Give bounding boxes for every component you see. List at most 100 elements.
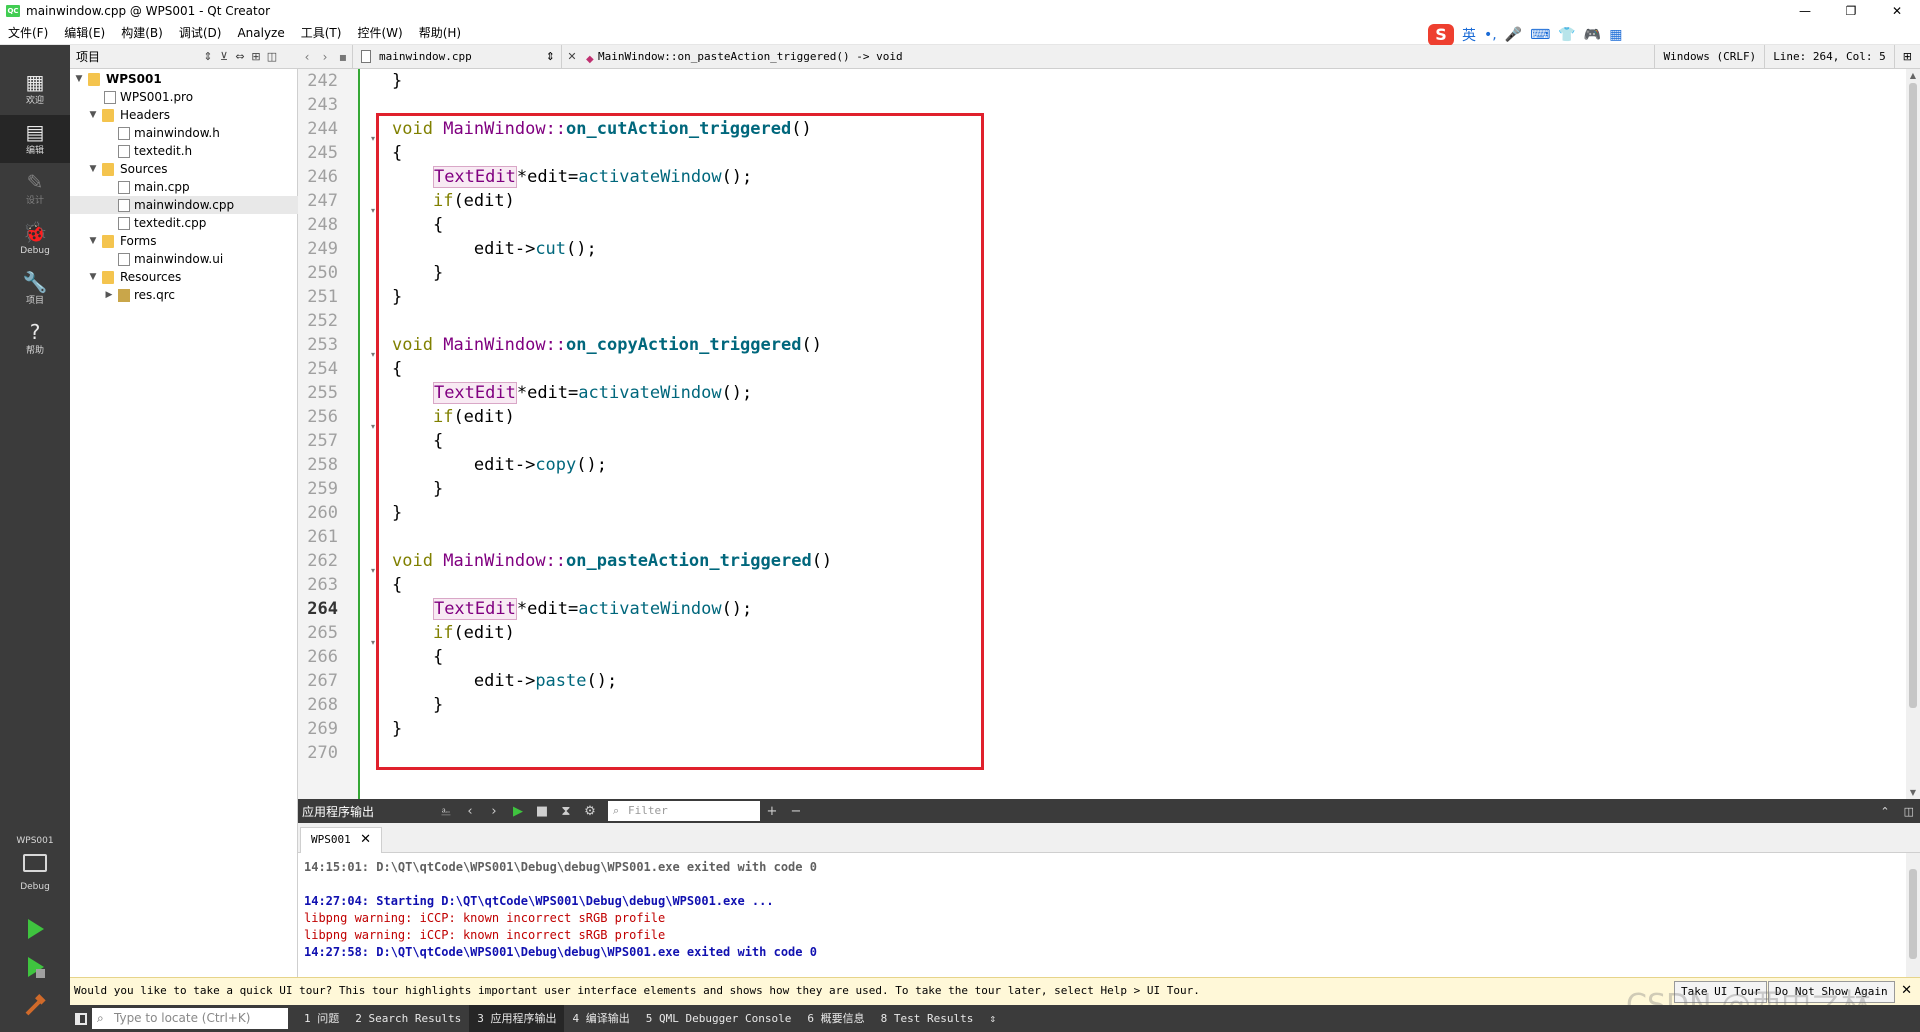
line-ending-selector[interactable]: Windows (CRLF)	[1654, 45, 1764, 69]
fold-marker-icon[interactable]: ▾	[371, 199, 379, 223]
tree-item-textedit-h[interactable]: textedit.h	[70, 142, 298, 160]
filter-icon[interactable]: ⊻	[216, 50, 232, 63]
code-line-246[interactable]: TextEdit*edit=activateWindow();	[392, 165, 752, 189]
code-line-251[interactable]: }	[392, 285, 402, 309]
tree-item-project[interactable]: ▼ WPS001	[70, 70, 298, 88]
collapse-arrow-icon[interactable]: ▼	[88, 160, 98, 178]
code-line-260[interactable]: }	[392, 501, 402, 525]
scrollbar-thumb[interactable]	[1909, 83, 1917, 708]
menu-file[interactable]: 文件(F)	[0, 22, 56, 45]
fold-marker-icon[interactable]: ▾	[371, 127, 379, 151]
code-line-269[interactable]: }	[392, 717, 402, 741]
code-line-256[interactable]: if(edit)	[392, 405, 515, 429]
go-back-icon[interactable]: ‹	[298, 50, 316, 64]
previous-icon[interactable]: ‹	[458, 804, 482, 819]
tree-item-sources[interactable]: ▼ Sources	[70, 160, 298, 178]
code-line-265[interactable]: if(edit)	[392, 621, 515, 645]
zoom-out-icon[interactable]: −	[784, 804, 808, 819]
pane-tab-search-results[interactable]: 2 Search Results	[347, 1005, 469, 1032]
next-icon[interactable]: ›	[482, 804, 506, 819]
code-editor[interactable]: 242 243 244 245 246 247 248 249 250 251 252 253 254 2…	[298, 69, 1920, 799]
ime-keyboard-icon[interactable]: ⌨	[1530, 27, 1550, 43]
mode-welcome[interactable]: ▦ 欢迎	[0, 65, 70, 113]
more-panes-icon[interactable]: ⇕	[981, 1005, 1004, 1032]
menu-edit[interactable]: 编辑(E)	[56, 22, 113, 45]
ime-game-icon[interactable]: 🎮	[1584, 27, 1601, 43]
pane-tab-issues[interactable]: 1 问题	[296, 1005, 347, 1032]
tree-item-textedit-cpp[interactable]: textedit.cpp	[70, 214, 298, 232]
start-debugging-button[interactable]	[21, 953, 49, 981]
code-line-244[interactable]: void MainWindow::on_cutAction_triggered(…	[392, 117, 812, 141]
collapse-arrow-icon[interactable]: ▼	[88, 268, 98, 286]
code-line-247[interactable]: if(edit)	[392, 189, 515, 213]
output-vertical-scrollbar[interactable]	[1906, 853, 1920, 977]
ime-punctuation-icon[interactable]: •,	[1484, 27, 1497, 43]
mode-projects[interactable]: 🔧 项目	[0, 265, 70, 313]
code-line-262[interactable]: void MainWindow::on_pasteAction_triggere…	[392, 549, 832, 573]
collapse-arrow-icon[interactable]: ▼	[88, 106, 98, 124]
settings-gear-icon[interactable]: ⚙	[578, 804, 602, 819]
fold-marker-icon[interactable]: ▾	[371, 343, 379, 367]
code-line-259[interactable]: }	[392, 477, 443, 501]
open-documents-combo[interactable]: mainwindow.cpp ⇕	[352, 44, 562, 69]
menu-analyze[interactable]: Analyze	[229, 22, 292, 45]
tree-item-res-qrc[interactable]: ▶ res.qrc	[70, 286, 298, 304]
expand-arrow-icon[interactable]: ▶	[104, 286, 114, 304]
build-button[interactable]	[21, 991, 49, 1019]
attach-debugger-icon[interactable]: ⧗	[554, 804, 578, 819]
code-line-250[interactable]: }	[392, 261, 443, 285]
tree-item-mainwindow-cpp[interactable]: mainwindow.cpp	[70, 196, 298, 214]
code-line-257[interactable]: {	[392, 429, 443, 453]
ime-toolbox-icon[interactable]: ▦	[1609, 27, 1622, 43]
maximize-button[interactable]: ❐	[1828, 0, 1874, 22]
tree-item-main-cpp[interactable]: main.cpp	[70, 178, 298, 196]
combo-arrow-icon[interactable]: ⇕	[200, 50, 216, 63]
zoom-in-icon[interactable]: +	[760, 804, 784, 819]
mode-debug[interactable]: 🐞 Debug	[0, 215, 70, 263]
tree-item-resources[interactable]: ▼ Resources	[70, 268, 298, 286]
application-output-log[interactable]: 14:15:01: D:\QT\qtCode\WPS001\Debug\debu…	[298, 853, 1920, 977]
locator-input[interactable]: ⌕ Type to locate (Ctrl+K)	[92, 1008, 288, 1029]
menu-debug[interactable]: 调试(D)	[171, 22, 230, 45]
mode-design[interactable]: ✎ 设计	[0, 165, 70, 213]
sogou-ime-logo-icon[interactable]: S	[1428, 24, 1454, 46]
close-tab-icon[interactable]: ✕	[360, 828, 371, 852]
fold-marker-icon[interactable]: ▾	[371, 631, 379, 655]
collapse-arrow-icon[interactable]: ▼	[74, 70, 84, 88]
editor-vertical-scrollbar[interactable]: ▲ ▼	[1906, 69, 1920, 799]
menu-widgets[interactable]: 控件(W)	[349, 22, 410, 45]
menu-tools[interactable]: 工具(T)	[293, 22, 350, 45]
code-line-255[interactable]: TextEdit*edit=activateWindow();	[392, 381, 752, 405]
pane-tab-qml-debugger-console[interactable]: 5 QML Debugger Console	[638, 1005, 800, 1032]
run-button[interactable]	[21, 915, 49, 943]
collapse-arrow-icon[interactable]: ▼	[88, 232, 98, 250]
go-forward-icon[interactable]: ›	[316, 50, 334, 64]
output-tab-wps001[interactable]: WPS001 ✕	[300, 827, 382, 853]
code-line-263[interactable]: {	[392, 573, 402, 597]
ime-microphone-icon[interactable]: 🎤	[1505, 27, 1522, 43]
line-number-gutter[interactable]: 242 243 244 245 246 247 248 249 250 251 252 253 254 2…	[298, 69, 360, 799]
pane-tab-compile-output[interactable]: 4 编译输出	[564, 1005, 637, 1032]
code-line-264[interactable]: TextEdit*edit=activateWindow();	[392, 597, 752, 621]
ime-language-toggle[interactable]: 英	[1462, 25, 1476, 45]
scroll-down-icon[interactable]: ▼	[1906, 788, 1920, 797]
clean-output-icon[interactable]: ⎁	[434, 804, 458, 819]
code-line-258[interactable]: edit->copy();	[392, 453, 607, 477]
pane-tab-application-output[interactable]: 3 应用程序输出	[469, 1005, 565, 1032]
menu-help[interactable]: 帮助(H)	[411, 22, 469, 45]
fold-marker-icon[interactable]: ▾	[371, 415, 379, 439]
ime-skin-icon[interactable]: 👕	[1558, 27, 1575, 43]
tree-item-mainwindow-ui[interactable]: mainwindow.ui	[70, 250, 298, 268]
tree-item-pro-file[interactable]: WPS001.pro	[70, 88, 298, 106]
cursor-position[interactable]: Line: 264, Col: 5	[1764, 45, 1894, 69]
tree-item-headers[interactable]: ▼ Headers	[70, 106, 298, 124]
link-icon[interactable]: ⇔	[232, 50, 248, 63]
toggle-sidebar-button[interactable]	[70, 1005, 92, 1032]
code-line-268[interactable]: }	[392, 693, 443, 717]
code-line-253[interactable]: void MainWindow::on_copyAction_triggered…	[392, 333, 822, 357]
close-pane-icon[interactable]: ◫	[1904, 805, 1914, 818]
code-line-254[interactable]: {	[392, 357, 402, 381]
kit-selector[interactable]: WPS001 Debug	[0, 830, 70, 910]
view-selector[interactable]: 项目	[70, 48, 200, 65]
scroll-up-icon[interactable]: ▲	[1906, 71, 1920, 80]
